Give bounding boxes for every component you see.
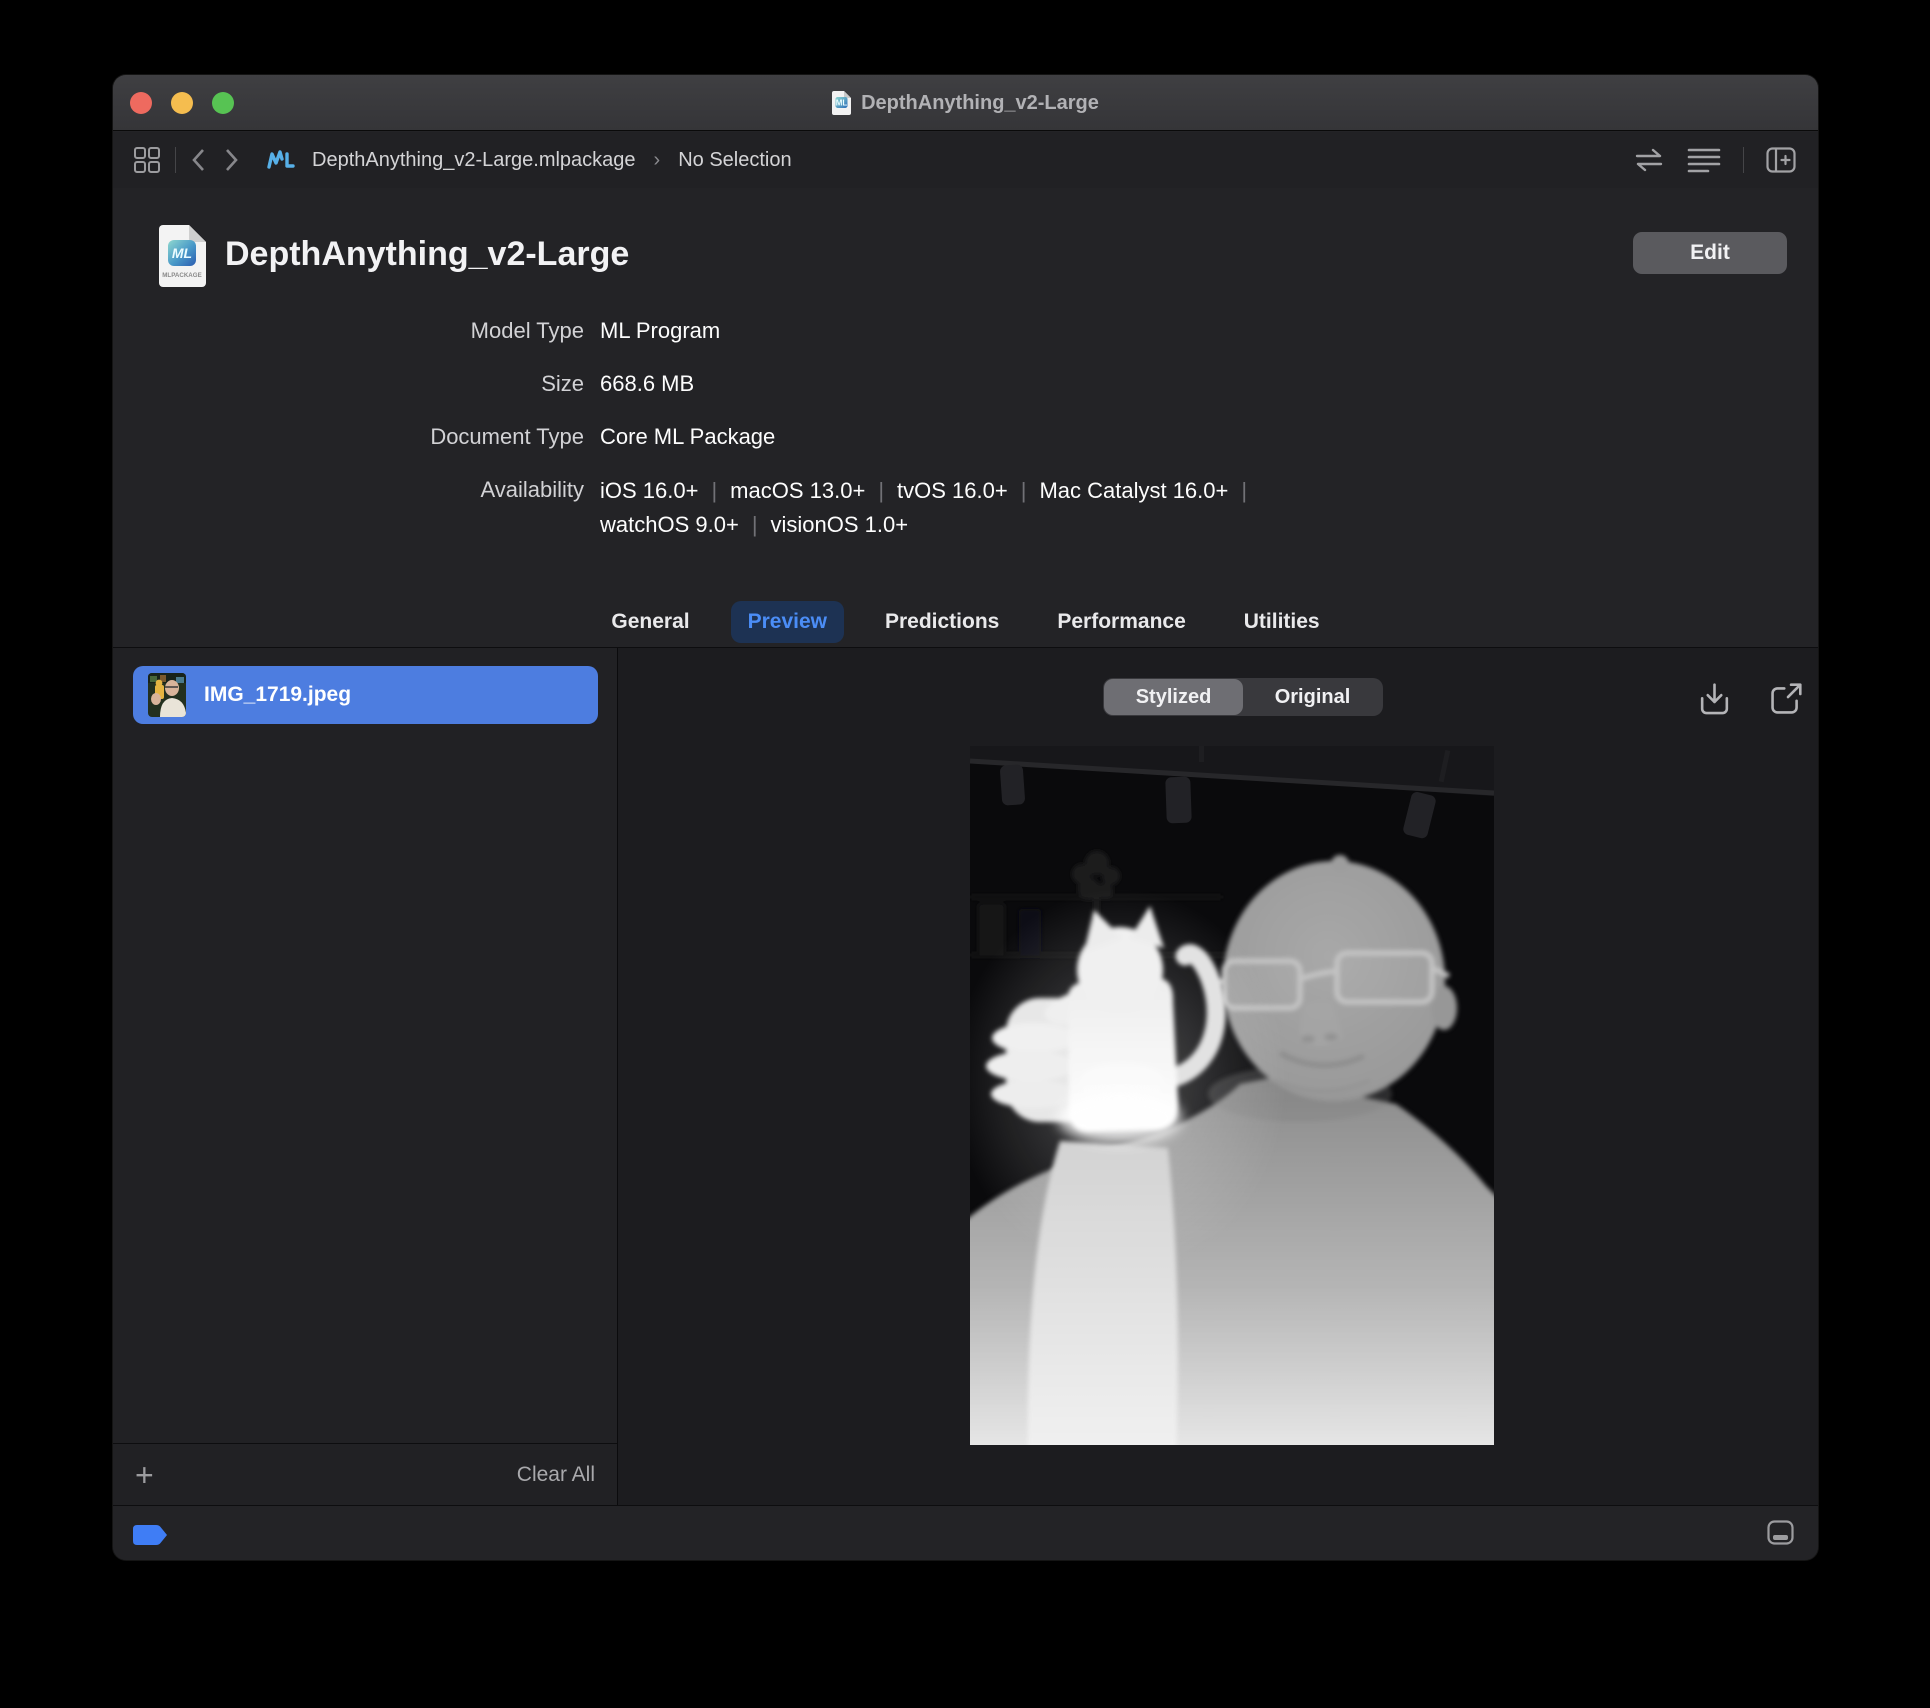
breadcrumb-package[interactable]: DepthAnything_v2-Large.mlpackage [312,149,636,172]
window-title: DepthAnything_v2-Large [861,92,1099,115]
segment-stylized[interactable]: Stylized [1104,679,1243,715]
model-metadata: Model Type ML Program Size 668.6 MB Docu… [113,315,1260,563]
svg-text:ML: ML [836,99,848,108]
segment-original[interactable]: Original [1243,679,1382,715]
breakpoint-flag-icon[interactable] [133,1525,167,1545]
clear-all-button[interactable]: Clear All [517,1463,595,1487]
tab-predictions[interactable]: Predictions [868,601,1016,643]
tab-preview[interactable]: Preview [731,601,844,643]
mlpackage-file-icon: ML MLPACKAGE [158,225,206,292]
meta-row-model-type: Model Type ML Program [113,315,1260,347]
bottom-panel-icon[interactable] [1767,1520,1794,1545]
swap-arrows-icon[interactable] [1633,148,1665,172]
stylized-original-switch: Stylized Original [1103,678,1383,716]
sidebar-item-label: IMG_1719.jpeg [204,683,351,707]
tab-bar: General Preview Predictions Performance … [113,598,1818,646]
meta-value: ML Program [600,315,720,347]
title-bar: ML DepthAnything_v2-Large [113,75,1818,131]
grid-icon[interactable] [133,146,161,174]
toolbar-divider [175,147,176,173]
preview-pane: Stylized Original [618,648,1818,1505]
breadcrumb-selection[interactable]: No Selection [678,149,791,172]
meta-label: Document Type [113,421,600,453]
tab-general[interactable]: General [594,601,706,643]
depth-map-preview-image [970,746,1494,1445]
bottom-bar [113,1505,1818,1560]
meta-label: Availability [113,474,600,542]
image-thumbnail [148,673,186,717]
meta-label: Size [113,368,600,400]
meta-value: 668.6 MB [600,368,694,400]
tab-utilities[interactable]: Utilities [1227,601,1337,643]
screen: ML DepthAnything_v2-Large [0,0,1930,1708]
svg-text:ML: ML [172,245,192,261]
meta-value: Core ML Package [600,421,775,453]
chevron-right-icon[interactable] [222,147,240,173]
tab-performance[interactable]: Performance [1040,601,1202,643]
availability-line-2: watchOS 9.0+|visionOS 1.0+ [600,508,1260,542]
download-icon[interactable] [1696,681,1733,718]
sidebar-item-img-1719[interactable]: IMG_1719.jpeg [133,666,598,724]
edit-button[interactable]: Edit [1633,232,1787,274]
open-external-icon[interactable] [1767,681,1804,718]
mlpackage-document-icon: ML [832,91,851,115]
lines-icon[interactable] [1687,147,1721,173]
breadcrumb-separator: › [654,149,661,172]
preview-sidebar: IMG_1719.jpeg + Clear All [113,648,618,1505]
sidebar-footer: + Clear All [113,1443,617,1505]
meta-row-document-type: Document Type Core ML Package [113,421,1260,453]
meta-label: Model Type [113,315,600,347]
meta-row-size: Size 668.6 MB [113,368,1260,400]
page-title: DepthAnything_v2-Large [225,235,629,274]
toolbar: DepthAnything_v2-Large.mlpackage › No Se… [113,132,1818,188]
chevron-left-icon[interactable] [190,147,208,173]
add-image-button[interactable]: + [135,1460,154,1490]
toolbar-divider [1743,147,1744,173]
mlpackage-caption: MLPACKAGE [162,272,201,279]
add-editor-icon[interactable] [1766,147,1796,173]
app-window: ML DepthAnything_v2-Large [113,75,1818,1560]
ml-logo-icon [266,148,296,172]
meta-row-availability: Availability iOS 16.0+|macOS 13.0+|tvOS … [113,474,1260,542]
availability-line-1: iOS 16.0+|macOS 13.0+|tvOS 16.0+|Mac Cat… [600,474,1260,508]
